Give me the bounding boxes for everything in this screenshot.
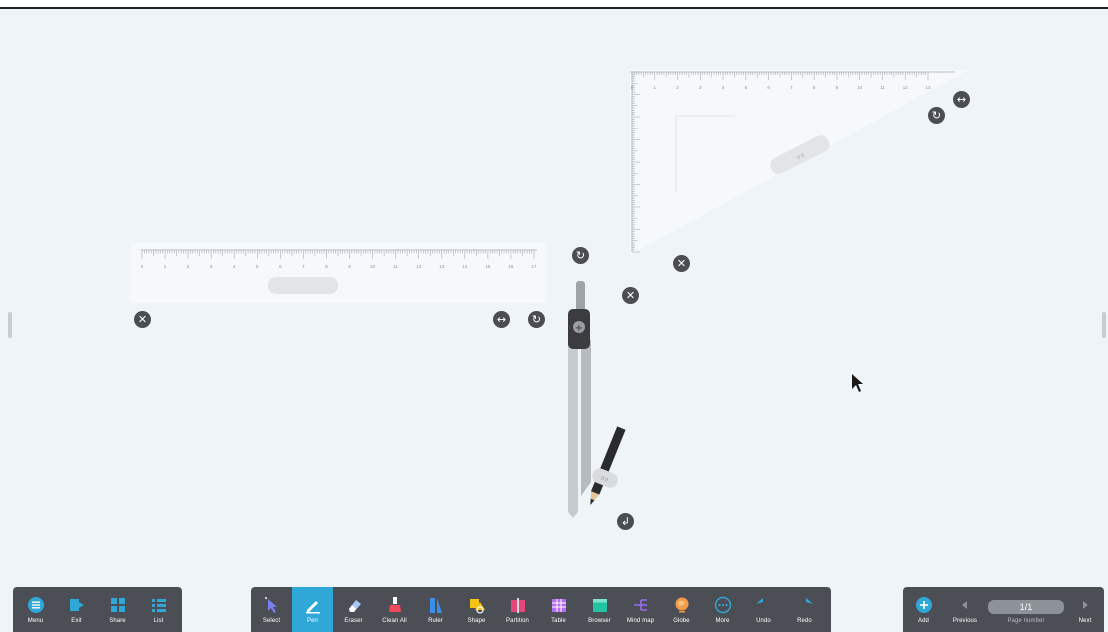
undo-label: Undo bbox=[756, 617, 771, 624]
triangle-close-icon[interactable]: ✕ bbox=[673, 255, 690, 272]
ruler-tick-label: 17 bbox=[531, 264, 537, 269]
ruler-resize-icon[interactable]: ↔ bbox=[493, 311, 510, 328]
select-icon bbox=[263, 596, 281, 614]
triangle-tick-label: 10 bbox=[857, 85, 863, 90]
ruler-close-icon[interactable]: ✕ bbox=[134, 311, 151, 328]
share-icon bbox=[109, 596, 127, 614]
redo-button[interactable]: Redo bbox=[784, 587, 825, 632]
undo-icon bbox=[755, 596, 773, 614]
table-button[interactable]: Table bbox=[538, 587, 579, 632]
ruler-button[interactable]: Ruler bbox=[415, 587, 456, 632]
triangle-rotate-icon[interactable]: ↻ bbox=[928, 107, 945, 124]
page-number-value[interactable]: 1/1 bbox=[988, 599, 1064, 614]
globe-icon bbox=[673, 596, 691, 614]
ruler-tick-label: 15 bbox=[485, 264, 491, 269]
browser-icon bbox=[591, 596, 609, 614]
page-number: 1/1 Page number bbox=[986, 587, 1066, 632]
list-button[interactable]: List bbox=[138, 587, 179, 632]
shape-label: Shape bbox=[467, 617, 486, 624]
globe-button[interactable]: Globe bbox=[661, 587, 702, 632]
toolbar-center: Select Pen Eraser Clean All Ruler Shape … bbox=[251, 587, 831, 632]
mind-map-icon bbox=[632, 596, 650, 614]
straight-ruler[interactable]: 0 1 2 3 4 5 6 7 8 9 10 11 12 13 14 15 16 17 bbox=[130, 243, 546, 303]
globe-label: Globe bbox=[673, 617, 690, 624]
toolbar-left: Menu Exit Share List bbox=[13, 587, 182, 632]
menu-label: Menu bbox=[27, 617, 44, 624]
ruler-tick-label: 14 bbox=[462, 264, 468, 269]
clean-all-icon bbox=[386, 596, 404, 614]
ruler-tick-label: 12 bbox=[416, 264, 422, 269]
add-label: Add bbox=[918, 617, 929, 624]
more-button[interactable]: More bbox=[702, 587, 743, 632]
eraser-label: Eraser bbox=[344, 617, 363, 624]
previous-page-button[interactable]: Previous bbox=[944, 587, 986, 632]
toolbar-right: Add Previous 1/1 Page number Next bbox=[903, 587, 1104, 632]
select-button[interactable]: Select bbox=[251, 587, 292, 632]
triangle-resize-icon[interactable]: ↔ bbox=[953, 91, 970, 108]
redo-label: Redo bbox=[797, 617, 812, 624]
previous-arrow-icon bbox=[956, 596, 974, 614]
compass-draw-handle-icon[interactable]: ↲ bbox=[617, 513, 634, 530]
ruler-rotate-icon[interactable]: ↻ bbox=[528, 311, 545, 328]
page-number-caption: Page number bbox=[1007, 617, 1045, 624]
next-page-button[interactable]: Next bbox=[1066, 587, 1104, 632]
list-label: List bbox=[153, 617, 164, 624]
list-icon bbox=[150, 596, 168, 614]
mind-map-label: Mind map bbox=[626, 617, 655, 624]
exit-icon bbox=[68, 596, 86, 614]
previous-label: Previous bbox=[952, 617, 978, 624]
browser-label: Browser bbox=[588, 617, 611, 624]
ruler-tick-label: 16 bbox=[508, 264, 514, 269]
partition-label: Partition bbox=[506, 617, 529, 624]
partition-icon bbox=[509, 596, 527, 614]
whiteboard-canvas[interactable]: 01234567891011121314151617 0123456789101… bbox=[0, 0, 1108, 585]
compass[interactable]: + 0.0 bbox=[568, 281, 637, 518]
partition-button[interactable]: Partition bbox=[497, 587, 538, 632]
table-icon bbox=[550, 596, 568, 614]
clean-all-button[interactable]: Clean All bbox=[374, 587, 415, 632]
pen-button[interactable]: Pen bbox=[292, 587, 333, 632]
menu-button[interactable]: Menu bbox=[15, 587, 56, 632]
ruler-tick-label: 11 bbox=[393, 264, 398, 269]
compass-rotate-icon[interactable]: ↻ bbox=[572, 247, 589, 264]
add-icon bbox=[915, 596, 933, 614]
select-label: Select bbox=[262, 617, 281, 624]
undo-button[interactable]: Undo bbox=[743, 587, 784, 632]
shape-icon bbox=[468, 596, 486, 614]
ruler-label: Ruler bbox=[428, 617, 443, 624]
more-label: More bbox=[715, 617, 730, 624]
next-arrow-icon bbox=[1076, 596, 1094, 614]
next-label: Next bbox=[1078, 617, 1092, 624]
eraser-icon bbox=[345, 596, 363, 614]
browser-button[interactable]: Browser bbox=[579, 587, 620, 632]
compass-close-icon[interactable]: ✕ bbox=[622, 287, 639, 304]
more-icon bbox=[714, 596, 732, 614]
add-page-button[interactable]: Add bbox=[903, 587, 944, 632]
svg-text:+: + bbox=[575, 323, 583, 334]
exit-button[interactable]: Exit bbox=[56, 587, 97, 632]
redo-icon bbox=[796, 596, 814, 614]
triangle-tick-label: 12 bbox=[903, 85, 909, 90]
triangle-tick-label: 11 bbox=[880, 85, 885, 90]
eraser-button[interactable]: Eraser bbox=[333, 587, 374, 632]
clean-all-label: Clean All bbox=[382, 617, 407, 624]
pen-label: Pen bbox=[307, 617, 318, 624]
menu-icon bbox=[27, 596, 45, 614]
pen-icon bbox=[304, 596, 322, 614]
table-label: Table bbox=[551, 617, 566, 624]
share-button[interactable]: Share bbox=[97, 587, 138, 632]
share-label: Share bbox=[109, 617, 126, 624]
exit-label: Exit bbox=[71, 617, 82, 624]
ruler-icon bbox=[427, 596, 445, 614]
shape-button[interactable]: Shape bbox=[456, 587, 497, 632]
ruler-tick-label: 13 bbox=[439, 264, 445, 269]
mouse-cursor bbox=[852, 374, 863, 392]
ruler-tick-label: 10 bbox=[370, 264, 376, 269]
triangle-tick-label: 13 bbox=[925, 85, 931, 90]
triangle-ruler[interactable]: 012345678910111213 0.0 bbox=[630, 70, 968, 255]
mind-map-button[interactable]: Mind map bbox=[620, 587, 661, 632]
ruler-drag-handle[interactable] bbox=[268, 277, 338, 294]
